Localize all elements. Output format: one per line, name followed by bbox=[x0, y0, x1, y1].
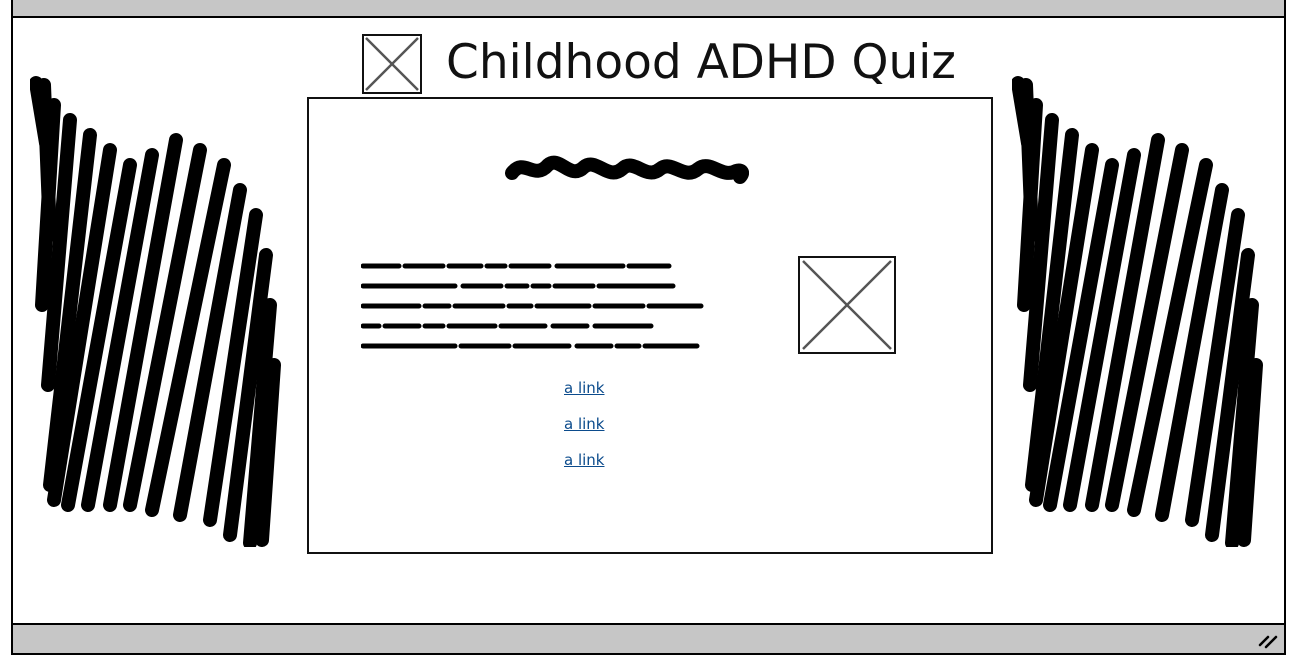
right-scribble-block bbox=[1012, 76, 1263, 547]
link-2[interactable]: a link bbox=[564, 413, 644, 449]
placeholder-x-icon bbox=[365, 37, 419, 91]
link-3[interactable]: a link bbox=[564, 449, 644, 485]
image-placeholder-icon bbox=[798, 256, 896, 354]
paragraph-scribble bbox=[361, 263, 704, 349]
link-list: a link a link a link bbox=[564, 377, 644, 485]
placeholder-x-icon bbox=[802, 260, 892, 350]
page-title: Childhood ADHD Quiz bbox=[446, 35, 956, 90]
content-card: a link a link a link bbox=[307, 97, 993, 554]
heading-scribble bbox=[505, 155, 749, 184]
left-scribble-block bbox=[30, 76, 281, 547]
window-bottom-bar bbox=[13, 623, 1284, 655]
logo-image-placeholder-icon bbox=[362, 34, 422, 94]
resize-grip-icon[interactable] bbox=[1256, 631, 1278, 649]
link-1[interactable]: a link bbox=[564, 377, 644, 413]
